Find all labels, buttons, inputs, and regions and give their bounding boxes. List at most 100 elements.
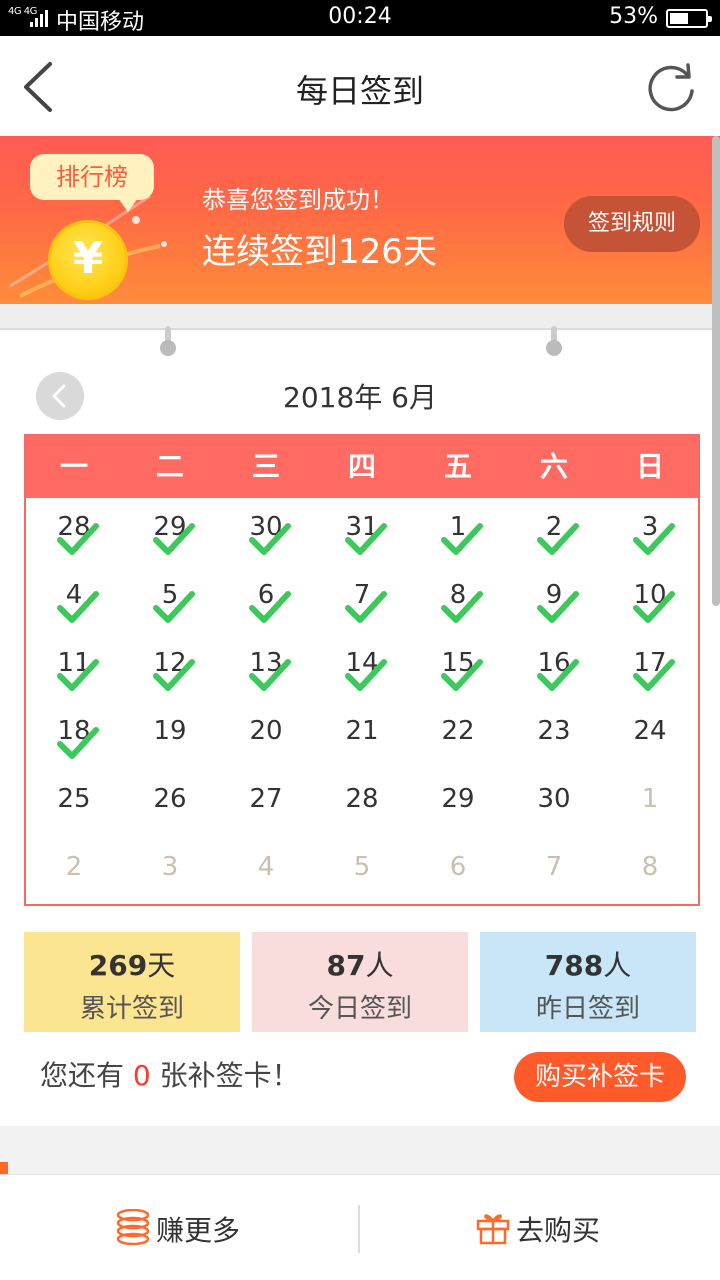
day-number: 3 [161,852,179,882]
battery-fill [670,13,689,24]
leaderboard-button[interactable]: 排行榜 [30,154,154,212]
checkin-success-text: 恭喜您签到成功！ [202,186,394,214]
status-bar: 4G 4G 中国移动 00:24 53% [0,0,720,36]
calendar-day[interactable]: 16 [506,634,602,702]
calendar-day[interactable]: 22 [410,702,506,770]
calendar-day[interactable]: 7 [506,838,602,906]
calendar-day[interactable]: 5 [314,838,410,906]
day-number: 25 [57,784,91,814]
coin-icon: ¥ [48,220,128,300]
bottom-bar: 赚更多 去购买 [0,1174,720,1280]
weekday-label: 日 [635,450,664,483]
weekday-label: 六 [539,450,568,483]
calendar-day[interactable]: 2 [506,498,602,566]
calendar-day[interactable]: 15 [410,634,506,702]
calendar-day[interactable]: 8 [602,838,698,906]
checkin-banner: 排行榜 ¥ 恭喜您签到成功！ 连续签到126天 签到规则 [0,136,720,304]
battery-percent: 53% [609,4,658,29]
calendar-day[interactable]: 29 [410,770,506,838]
checkin-rules-button[interactable]: 签到规则 [564,196,700,252]
checkmark-icon [441,659,483,691]
earn-more-label: 赚更多 [156,1214,241,1247]
calendar-day[interactable]: 24 [602,702,698,770]
day-number: 19 [153,716,187,746]
scrollbar[interactable] [712,136,720,606]
weekday-label: 二 [155,450,184,483]
nav-header: 每日签到 [0,36,720,136]
battery-icon [666,9,712,28]
calendar-day[interactable]: 7 [314,566,410,634]
checkmark-icon [153,591,195,623]
calendar-day[interactable]: 6 [218,566,314,634]
calendar-day[interactable]: 2 [26,838,122,906]
day-number: 1 [641,784,659,814]
calendar-day[interactable]: 13 [218,634,314,702]
calendar-day[interactable]: 14 [314,634,410,702]
stat-value: 788 [544,949,604,982]
calendar-day[interactable]: 30 [506,770,602,838]
gift-icon [476,1214,510,1245]
calendar-day[interactable]: 9 [506,566,602,634]
calendar-day[interactable]: 17 [602,634,698,702]
makeup-suffix: 张补签卡！ [150,1059,300,1092]
checkmark-icon [537,591,579,623]
calendar-day[interactable]: 26 [122,770,218,838]
checkmark-icon [345,523,387,555]
calendar-day[interactable]: 18 [26,702,122,770]
calendar-day[interactable]: 31 [314,498,410,566]
checkmark-icon [57,591,99,623]
stat-value: 87 [326,949,366,982]
buy-makeup-card-button[interactable]: 购买补签卡 [514,1052,686,1102]
month-title: 2018年 6月 [283,381,437,414]
day-number: 28 [345,784,379,814]
calendar-day[interactable]: 3 [602,498,698,566]
binder-ring-icon [546,326,562,356]
day-number: 29 [441,784,475,814]
makeup-card-count: 0 [132,1059,151,1092]
checkmark-icon [633,591,675,623]
binder-ring-icon [160,326,176,356]
stat-label: 昨日签到 [535,994,640,1024]
calendar-day[interactable]: 28 [26,498,122,566]
calendar-day[interactable]: 30 [218,498,314,566]
calendar-day[interactable]: 1 [410,498,506,566]
calendar-day[interactable]: 3 [122,838,218,906]
checkmark-icon [537,659,579,691]
day-number: 27 [249,784,283,814]
calendar-day[interactable]: 10 [602,566,698,634]
calendar-day[interactable]: 1 [602,770,698,838]
go-shopping-label: 去购买 [516,1214,601,1247]
calendar-day[interactable]: 27 [218,770,314,838]
streak-text: 连续签到126天 [202,232,437,272]
checkmark-icon [537,523,579,555]
stat-value: 269 [88,949,148,982]
refresh-icon[interactable] [644,60,698,114]
stat-unit: 人 [603,949,632,982]
calendar-day[interactable]: 25 [26,770,122,838]
calendar-day[interactable]: 19 [122,702,218,770]
checkmark-icon [57,727,99,759]
calendar-day[interactable]: 28 [314,770,410,838]
stat-label: 累计签到 [79,994,184,1024]
day-number: 30 [537,784,571,814]
calendar-day[interactable]: 8 [410,566,506,634]
calendar-day[interactable]: 23 [506,702,602,770]
checkmark-icon [249,523,291,555]
day-number: 22 [441,716,475,746]
calendar-day[interactable]: 29 [122,498,218,566]
day-number: 24 [633,716,667,746]
day-number: 26 [153,784,187,814]
weekday-label: 四 [347,450,376,483]
page-title: 每日签到 [295,72,424,110]
calendar-day[interactable]: 21 [314,702,410,770]
day-number: 5 [353,852,371,882]
calendar-day[interactable]: 11 [26,634,122,702]
makeup-prefix: 您还有 [40,1059,133,1092]
calendar-day[interactable]: 12 [122,634,218,702]
calendar-day[interactable]: 4 [26,566,122,634]
checkmark-icon [345,659,387,691]
calendar-day[interactable]: 6 [410,838,506,906]
calendar-day[interactable]: 4 [218,838,314,906]
calendar-day[interactable]: 20 [218,702,314,770]
calendar-day[interactable]: 5 [122,566,218,634]
